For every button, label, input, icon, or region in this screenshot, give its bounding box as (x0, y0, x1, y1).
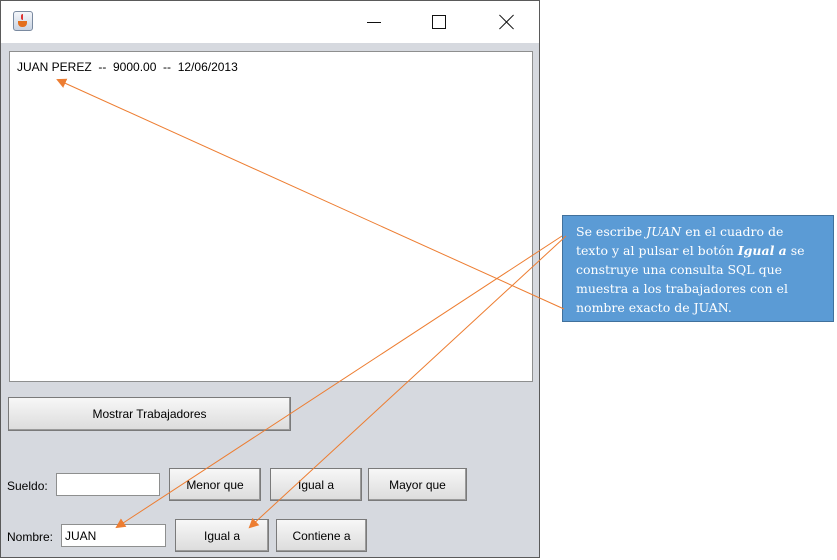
igual-a-sueldo-button[interactable]: Igual a (270, 468, 362, 501)
annotation-line-5: nombre exacto de JUAN. (576, 300, 732, 315)
annotation-callout: Se escribe JUAN en el cuadro de texto y … (562, 215, 834, 322)
sueldo-input[interactable] (56, 473, 160, 496)
app-window: JUAN PEREZ -- 9000.00 -- 12/06/2013 Most… (0, 0, 540, 558)
workers-text-area[interactable]: JUAN PEREZ -- 9000.00 -- 12/06/2013 (9, 51, 533, 382)
igual-a-nombre-button[interactable]: Igual a (175, 519, 269, 552)
minimize-icon[interactable] (351, 1, 397, 43)
annotation-line-2: texto y al pulsar el botón Igual a se (576, 243, 805, 258)
menor-que-button[interactable]: Menor que (169, 468, 261, 501)
annotation-line-4: muestra a los trabajadores con el (576, 281, 788, 296)
mayor-que-button[interactable]: Mayor que (368, 468, 467, 501)
nombre-input[interactable] (61, 524, 166, 547)
maximize-icon[interactable] (416, 1, 462, 43)
java-cup-icon[interactable] (13, 11, 33, 31)
contiene-a-button[interactable]: Contiene a (276, 519, 367, 552)
close-icon[interactable] (483, 1, 529, 43)
nombre-label: Nombre: (7, 530, 54, 544)
mostrar-trabajadores-button[interactable]: Mostrar Trabajadores (8, 397, 291, 431)
annotation-line-1: Se escribe JUAN en el cuadro de (576, 224, 784, 239)
workers-list-row: JUAN PEREZ -- 9000.00 -- 12/06/2013 (17, 60, 238, 74)
title-bar (1, 1, 539, 43)
annotation-line-3: construye una consulta SQL que (576, 262, 783, 277)
sueldo-label: Sueldo: (7, 479, 48, 493)
